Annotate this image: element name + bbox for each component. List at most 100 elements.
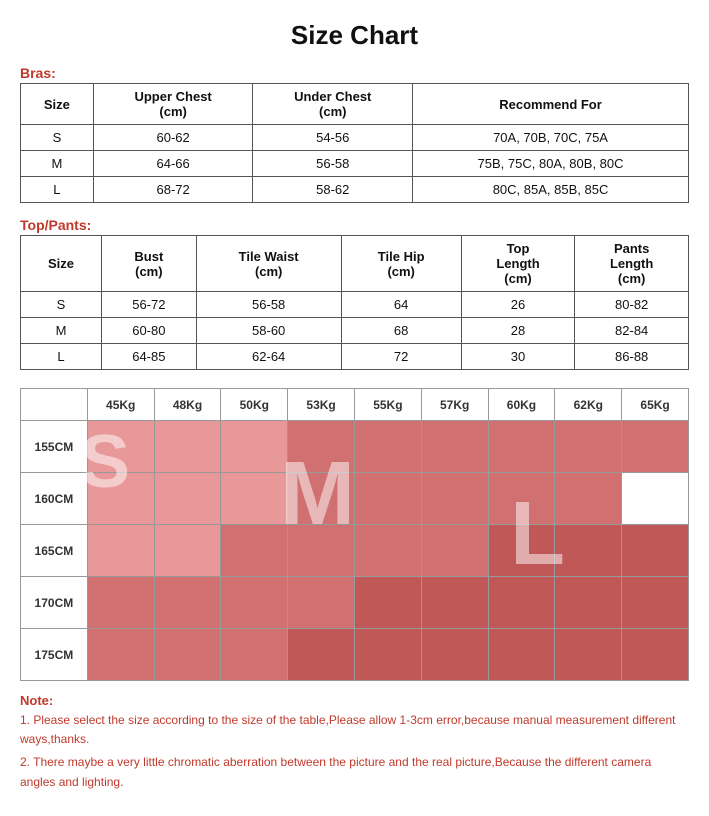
grid-cell [221, 421, 288, 473]
table-cell: 60-62 [93, 125, 253, 151]
grid-cell [87, 421, 154, 473]
table-cell: L [21, 177, 94, 203]
table-cell: 26 [461, 292, 575, 318]
table-cell: 64-66 [93, 151, 253, 177]
grid-cell [354, 473, 421, 525]
table-row: L64-8562-64723086-88 [21, 344, 689, 370]
table-cell: 30 [461, 344, 575, 370]
grid-weight-header: 45Kg [87, 389, 154, 421]
grid-weight-header: 65Kg [622, 389, 689, 421]
grid-wrapper: S M L 45Kg48Kg50Kg53Kg55Kg57Kg60Kg62Kg65… [20, 388, 689, 681]
table-cell: 56-72 [102, 292, 197, 318]
grid-height-label: 160CM [21, 473, 88, 525]
grid-cell [421, 421, 488, 473]
note-line-2: 2. There maybe a very little chromatic a… [20, 753, 689, 791]
grid-cell [154, 473, 221, 525]
top-pants-header-row: Size Bust(cm) Tile Waist(cm) Tile Hip(cm… [21, 236, 689, 292]
grid-cell [555, 629, 622, 681]
grid-data-row: 165CM [21, 525, 689, 577]
grid-table: 45Kg48Kg50Kg53Kg55Kg57Kg60Kg62Kg65Kg155C… [20, 388, 689, 681]
grid-cell [154, 629, 221, 681]
table-cell: 28 [461, 318, 575, 344]
table-cell: 80-82 [575, 292, 689, 318]
grid-cell [221, 577, 288, 629]
bras-col-recommend: Recommend For [413, 84, 689, 125]
grid-cell [354, 629, 421, 681]
top-pants-label: Top/Pants: [20, 217, 689, 233]
grid-cell [488, 525, 555, 577]
grid-height-label: 170CM [21, 577, 88, 629]
grid-cell [221, 473, 288, 525]
grid-cell [87, 525, 154, 577]
grid-cell [488, 473, 555, 525]
grid-cell [221, 629, 288, 681]
top-pants-table: Size Bust(cm) Tile Waist(cm) Tile Hip(cm… [20, 235, 689, 370]
grid-cell [154, 525, 221, 577]
grid-cell [288, 629, 355, 681]
table-cell: 68-72 [93, 177, 253, 203]
grid-cell [154, 577, 221, 629]
table-cell: 70A, 70B, 70C, 75A [413, 125, 689, 151]
grid-cell [622, 629, 689, 681]
grid-cell [87, 577, 154, 629]
table-cell: 58-62 [253, 177, 413, 203]
table-cell: 80C, 85A, 85B, 85C [413, 177, 689, 203]
bras-table: Size Upper Chest(cm) Under Chest(cm) Rec… [20, 83, 689, 203]
table-cell: 56-58 [253, 151, 413, 177]
grid-cell [421, 629, 488, 681]
grid-data-row: 155CM [21, 421, 689, 473]
bras-col-size: Size [21, 84, 94, 125]
bras-section: Bras: Size Upper Chest(cm) Under Chest(c… [20, 65, 689, 203]
table-cell: 56-58 [196, 292, 341, 318]
tp-col-hip: Tile Hip(cm) [341, 236, 461, 292]
table-cell: 86-88 [575, 344, 689, 370]
table-cell: 64 [341, 292, 461, 318]
grid-cell [488, 629, 555, 681]
grid-cell [421, 473, 488, 525]
tp-col-bust: Bust(cm) [102, 236, 197, 292]
note-line-1: 1. Please select the size according to t… [20, 711, 689, 749]
grid-height-label: 155CM [21, 421, 88, 473]
bras-label: Bras: [20, 65, 689, 81]
grid-cell [221, 525, 288, 577]
table-cell: 54-56 [253, 125, 413, 151]
table-row: L68-7258-6280C, 85A, 85B, 85C [21, 177, 689, 203]
page-title: Size Chart [20, 20, 689, 51]
grid-cell [622, 577, 689, 629]
grid-cell [154, 421, 221, 473]
grid-header-row: 45Kg48Kg50Kg53Kg55Kg57Kg60Kg62Kg65Kg [21, 389, 689, 421]
tp-col-size: Size [21, 236, 102, 292]
grid-section: S M L 45Kg48Kg50Kg53Kg55Kg57Kg60Kg62Kg65… [20, 388, 689, 681]
grid-weight-header: 48Kg [154, 389, 221, 421]
grid-cell [555, 473, 622, 525]
table-row: M60-8058-60682882-84 [21, 318, 689, 344]
grid-height-label: 165CM [21, 525, 88, 577]
grid-cell [555, 525, 622, 577]
table-cell: 72 [341, 344, 461, 370]
table-cell: 68 [341, 318, 461, 344]
table-cell: 62-64 [196, 344, 341, 370]
grid-cell [488, 421, 555, 473]
grid-data-row: 160CM [21, 473, 689, 525]
bras-col-upper-chest: Upper Chest(cm) [93, 84, 253, 125]
tp-col-top-length: TopLength(cm) [461, 236, 575, 292]
grid-cell [421, 577, 488, 629]
grid-cell [288, 473, 355, 525]
grid-cell [555, 421, 622, 473]
top-pants-section: Top/Pants: Size Bust(cm) Tile Waist(cm) … [20, 217, 689, 370]
table-cell: L [21, 344, 102, 370]
table-cell: M [21, 151, 94, 177]
grid-cell [622, 421, 689, 473]
table-row: M64-6656-5875B, 75C, 80A, 80B, 80C [21, 151, 689, 177]
tp-col-waist: Tile Waist(cm) [196, 236, 341, 292]
grid-cell [288, 577, 355, 629]
table-cell: 75B, 75C, 80A, 80B, 80C [413, 151, 689, 177]
table-cell: 60-80 [102, 318, 197, 344]
grid-corner-cell [21, 389, 88, 421]
notes-title: Note: [20, 693, 689, 708]
table-cell: 58-60 [196, 318, 341, 344]
grid-data-row: 175CM [21, 629, 689, 681]
table-cell: 64-85 [102, 344, 197, 370]
grid-weight-header: 57Kg [421, 389, 488, 421]
grid-weight-header: 50Kg [221, 389, 288, 421]
